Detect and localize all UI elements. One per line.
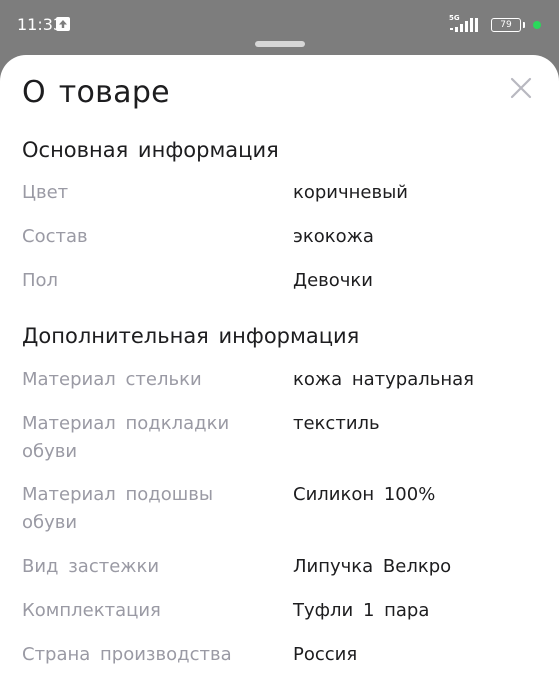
row-value-package-contents: Туфли 1 пара [293, 600, 430, 621]
row-value-insole-material: кожа натуральная [293, 369, 474, 390]
cellular-signal-icon: 5G [449, 14, 483, 34]
battery-tip [523, 22, 525, 28]
sheet-drag-handle[interactable] [255, 41, 305, 47]
row-value-sole-material: Силикон 100% [293, 484, 436, 505]
row-label-country: Страна производства [22, 644, 232, 665]
battery-icon: 79 [491, 18, 521, 32]
row-label-package-contents: Комплектация [22, 600, 161, 621]
section-heading-main: Основная информация [22, 138, 279, 162]
section-heading-additional: Дополнительная информация [22, 324, 360, 348]
row-value-gender: Девочки [293, 270, 373, 291]
status-icons: 5G 79 [449, 14, 541, 36]
row-value-color: коричневый [293, 182, 409, 203]
row-value-lining-material: текстиль [293, 413, 380, 434]
row-label-fastener-type: Вид застежки [22, 556, 160, 577]
close-button[interactable] [509, 76, 533, 100]
row-value-composition: экокожа [293, 226, 374, 247]
battery-level: 79 [500, 20, 512, 30]
product-info-sheet: О товаре Основная информация Цвет коричн… [0, 55, 559, 700]
row-value-fastener-type: Липучка Велкро [293, 556, 452, 577]
row-label-insole-material: Материал стельки [22, 369, 202, 390]
sheet-title: О товаре [22, 75, 170, 110]
row-label-color: Цвет [22, 182, 69, 203]
row-label-lining-material: Материал подкладки обуви [22, 413, 230, 462]
close-icon[interactable] [509, 76, 533, 100]
status-indicator-dot [533, 21, 541, 29]
row-label-sole-material: Материал подошвы обуви [22, 484, 214, 533]
upload-arrow-icon [56, 17, 70, 31]
row-label-gender: Пол [22, 270, 59, 291]
row-value-country: Россия [293, 644, 358, 665]
row-label-composition: Состав [22, 226, 88, 247]
